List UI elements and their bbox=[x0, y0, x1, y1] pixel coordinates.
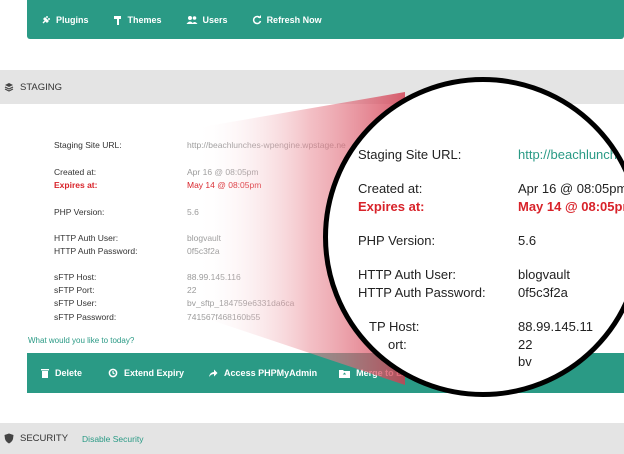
lens-expires-label: Expires at: bbox=[358, 199, 425, 214]
lens-http-auth-password-value: 0f5c3f2a bbox=[518, 285, 568, 300]
refresh-icon bbox=[252, 14, 261, 24]
magnifier-lens: Staging Site URL: http://beachlunch Crea… bbox=[323, 77, 624, 397]
themes-label: Themes bbox=[127, 14, 162, 25]
lens-site-url-value[interactable]: http://beachlunch bbox=[518, 147, 617, 162]
sftp-password-label: sFTP Password: bbox=[54, 312, 117, 322]
sftp-port-value: 22 bbox=[187, 285, 197, 295]
http-auth-password-label: HTTP Auth Password: bbox=[54, 246, 138, 256]
help-link[interactable]: What would you like to today? bbox=[28, 336, 134, 345]
access-phpmyadmin-button[interactable]: Access PHPMyAdmin bbox=[208, 368, 317, 378]
security-title: SECURITY bbox=[20, 433, 69, 444]
shield-icon bbox=[4, 433, 14, 444]
php-version-value: 5.6 bbox=[187, 207, 199, 217]
created-label: Created at: bbox=[54, 167, 97, 177]
sftp-password-value: 741567f468160b55 bbox=[187, 312, 261, 322]
sftp-host-value: 88.99.145.116 bbox=[187, 272, 241, 282]
http-auth-password-value: 0f5c3f2a bbox=[187, 246, 220, 256]
refresh-now-label: Refresh Now bbox=[266, 14, 322, 25]
lens-php-version-label: PHP Version: bbox=[358, 233, 436, 248]
lens-sftp-user-value: bv bbox=[518, 354, 532, 369]
plugins-button[interactable]: Plugins bbox=[41, 15, 89, 25]
lens-sftp-host-value: 88.99.145.11 bbox=[518, 319, 593, 334]
refresh-now-button[interactable]: Refresh Now bbox=[252, 14, 322, 25]
share-arrow-icon bbox=[209, 369, 218, 377]
sftp-user-value: bv_sftp_184759e6331da6ca bbox=[187, 298, 295, 308]
plug-icon bbox=[42, 15, 50, 23]
plugins-label: Plugins bbox=[56, 14, 89, 25]
http-auth-user-value: blogvault bbox=[187, 233, 222, 243]
lens-sftp-port-label: ort: bbox=[388, 337, 407, 352]
access-phpmyadmin-label: Access PHPMyAdmin bbox=[224, 368, 318, 378]
lens-site-url-label: Staging Site URL: bbox=[358, 147, 462, 162]
lens-sftp-port-value: 22 bbox=[518, 337, 533, 352]
security-section-header[interactable]: SECURITY Disable Security bbox=[0, 423, 624, 454]
sftp-user-label: sFTP User: bbox=[54, 298, 97, 308]
staging-title: STAGING bbox=[20, 81, 63, 93]
lens-created-label: Created at: bbox=[358, 181, 423, 196]
users-icon bbox=[186, 15, 198, 24]
folder-upload-icon bbox=[339, 369, 351, 378]
lens-php-version-value: 5.6 bbox=[518, 233, 537, 248]
trash-icon bbox=[41, 369, 49, 378]
site-url-label: Staging Site URL: bbox=[54, 140, 122, 150]
top-nav-bar: Plugins Themes Users Refresh Now bbox=[27, 0, 624, 39]
themes-button[interactable]: Themes bbox=[113, 15, 162, 25]
extend-expiry-button[interactable]: Extend Expiry bbox=[108, 368, 184, 378]
lens-created-value: Apr 16 @ 08:05pm bbox=[518, 181, 624, 196]
sftp-host-label: sFTP Host: bbox=[54, 272, 97, 282]
created-value: Apr 16 @ 08:05pm bbox=[187, 167, 259, 177]
lens-http-auth-user-value: blogvault bbox=[518, 267, 571, 282]
php-version-label: PHP Version: bbox=[54, 207, 105, 217]
lens-http-auth-password-label: HTTP Auth Password: bbox=[358, 285, 486, 300]
users-button[interactable]: Users bbox=[186, 15, 228, 25]
http-auth-user-label: HTTP Auth User: bbox=[54, 233, 119, 243]
expires-value: May 14 @ 08:05pm bbox=[187, 180, 262, 190]
clock-refresh-icon bbox=[108, 368, 118, 378]
extend-expiry-label: Extend Expiry bbox=[124, 368, 185, 378]
layers-icon bbox=[4, 83, 14, 92]
sftp-port-label: sFTP Port: bbox=[54, 285, 95, 295]
lens-sftp-host-label: TP Host: bbox=[369, 319, 420, 334]
expires-label: Expires at: bbox=[54, 180, 98, 190]
lens-http-auth-user-label: HTTP Auth User: bbox=[358, 267, 457, 282]
delete-label: Delete bbox=[55, 368, 83, 378]
disable-security-link[interactable]: Disable Security bbox=[82, 434, 143, 444]
site-url-value[interactable]: http://beachlunches-wpengine.wpstage.ne bbox=[187, 140, 346, 150]
lens-expires-value: May 14 @ 08:05pm bbox=[518, 199, 624, 214]
delete-button[interactable]: Delete bbox=[41, 368, 82, 378]
paint-roller-icon bbox=[113, 15, 121, 25]
users-label: Users bbox=[202, 14, 228, 25]
